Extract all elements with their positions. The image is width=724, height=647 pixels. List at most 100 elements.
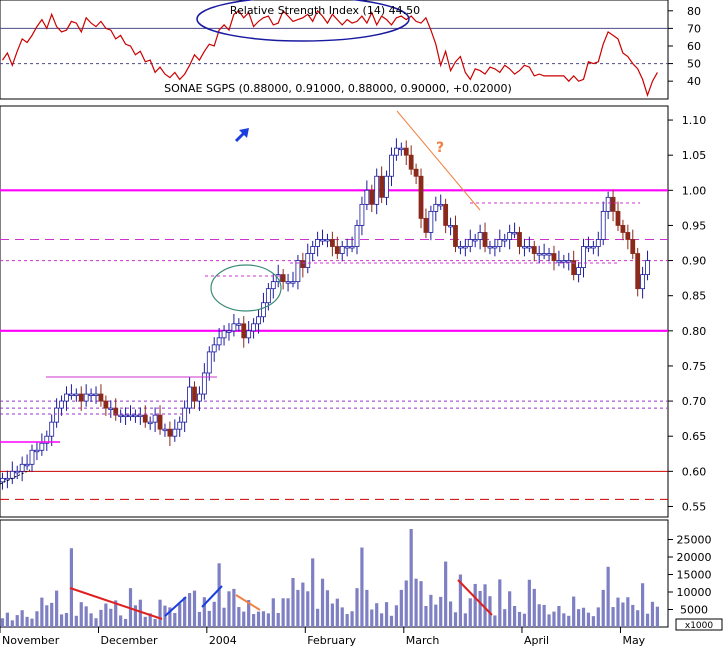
volume-tick-label: 10000 [677,586,712,599]
volume-bar [345,614,349,627]
volume-bar [222,607,226,627]
volume-bar [340,607,344,627]
candle-body [428,210,434,233]
price-tick-label: 1.05 [682,149,707,162]
volume-bar [10,620,14,627]
candle-body [551,253,557,261]
volume-bar [611,607,615,627]
volume-bar [616,597,620,627]
volume-bar [74,615,78,627]
candle-body [325,239,330,242]
volume-bar [355,588,359,627]
x-tick-label: 2004 [209,634,237,647]
candle-body [128,414,133,418]
volume-bar [439,596,443,627]
volume-bar [50,602,54,627]
volume-bar [522,613,527,627]
candle-body [69,393,74,396]
rsi-tick-label: 50 [687,58,701,71]
volume-bar [414,578,418,627]
candle-body [384,175,389,198]
candle-body [108,407,114,411]
volume-bar [586,612,591,627]
candle-body [561,260,567,263]
candle-body [157,414,163,430]
candle-body [526,246,532,249]
candle-body [177,421,183,430]
candle-body [216,337,222,346]
volume-bar [606,566,610,627]
candle-body [49,421,55,437]
candle-body [630,239,636,254]
candle-body [201,372,207,395]
volume-bar [153,618,157,627]
volume-bar [429,594,433,627]
price-tick-label: 0.95 [682,219,707,232]
candle-body [458,246,463,249]
volume-bar [30,618,34,627]
volume-bar [503,609,507,627]
rsi-tick-label: 60 [687,40,701,53]
candle-body [34,449,40,453]
volume-bar [187,593,192,627]
volume-bar [650,601,655,627]
candle-body [280,274,286,283]
price-tick-label: 0.80 [682,325,707,338]
candle-body [251,323,256,332]
candle-body [231,323,237,332]
volume-bar [59,614,64,627]
candle-body [522,246,527,249]
candle-body [482,232,488,247]
volume-bar [399,589,403,627]
volume-bar [641,583,645,627]
candle-body [403,147,409,156]
candle-body [467,239,473,247]
volume-bar [389,615,394,627]
price-tick-label: 0.60 [682,465,707,478]
candle-body [162,428,168,432]
volume-bar [143,616,147,627]
candle-body [93,393,99,396]
candle-body [256,316,261,325]
candle-body [54,407,60,423]
candle-body [315,239,321,247]
candle-body [433,203,439,212]
candle-body [103,400,109,409]
volume-bar [380,613,384,627]
volume-bar [444,561,448,627]
candle-body [290,281,296,284]
candle-body [197,393,202,402]
volume-bar [473,583,477,627]
candle-body [635,253,641,290]
volume-bar [25,616,29,627]
volume-bar [301,582,305,627]
candle-body [531,246,537,254]
volume-bar [532,588,536,627]
price-tick-label: 0.55 [682,500,707,513]
volume-bar [508,591,512,627]
candle-body [581,246,586,268]
candle-body [334,246,340,254]
volume-bar [64,613,69,627]
candle-body [270,281,276,290]
volume-bar [173,613,177,627]
candle-body [339,246,345,254]
candle-body [600,210,606,240]
x-tick-label: April [524,634,549,647]
rsi-tick-label: 40 [687,75,701,88]
candle-body [88,393,94,396]
volume-bar [89,613,93,627]
price-tick-label: 0.85 [682,290,707,303]
volume-bar [316,608,320,627]
volume-bar [183,597,187,627]
volume-bar [626,597,630,627]
candle-body [329,239,335,247]
volume-bar [197,611,202,627]
candle-body [438,203,444,207]
volume-bar [424,606,428,627]
candle-body [133,414,138,418]
candle-body [14,470,20,474]
volume-bar [370,609,374,627]
volume-bar [104,603,108,627]
volume-bar [320,578,325,627]
